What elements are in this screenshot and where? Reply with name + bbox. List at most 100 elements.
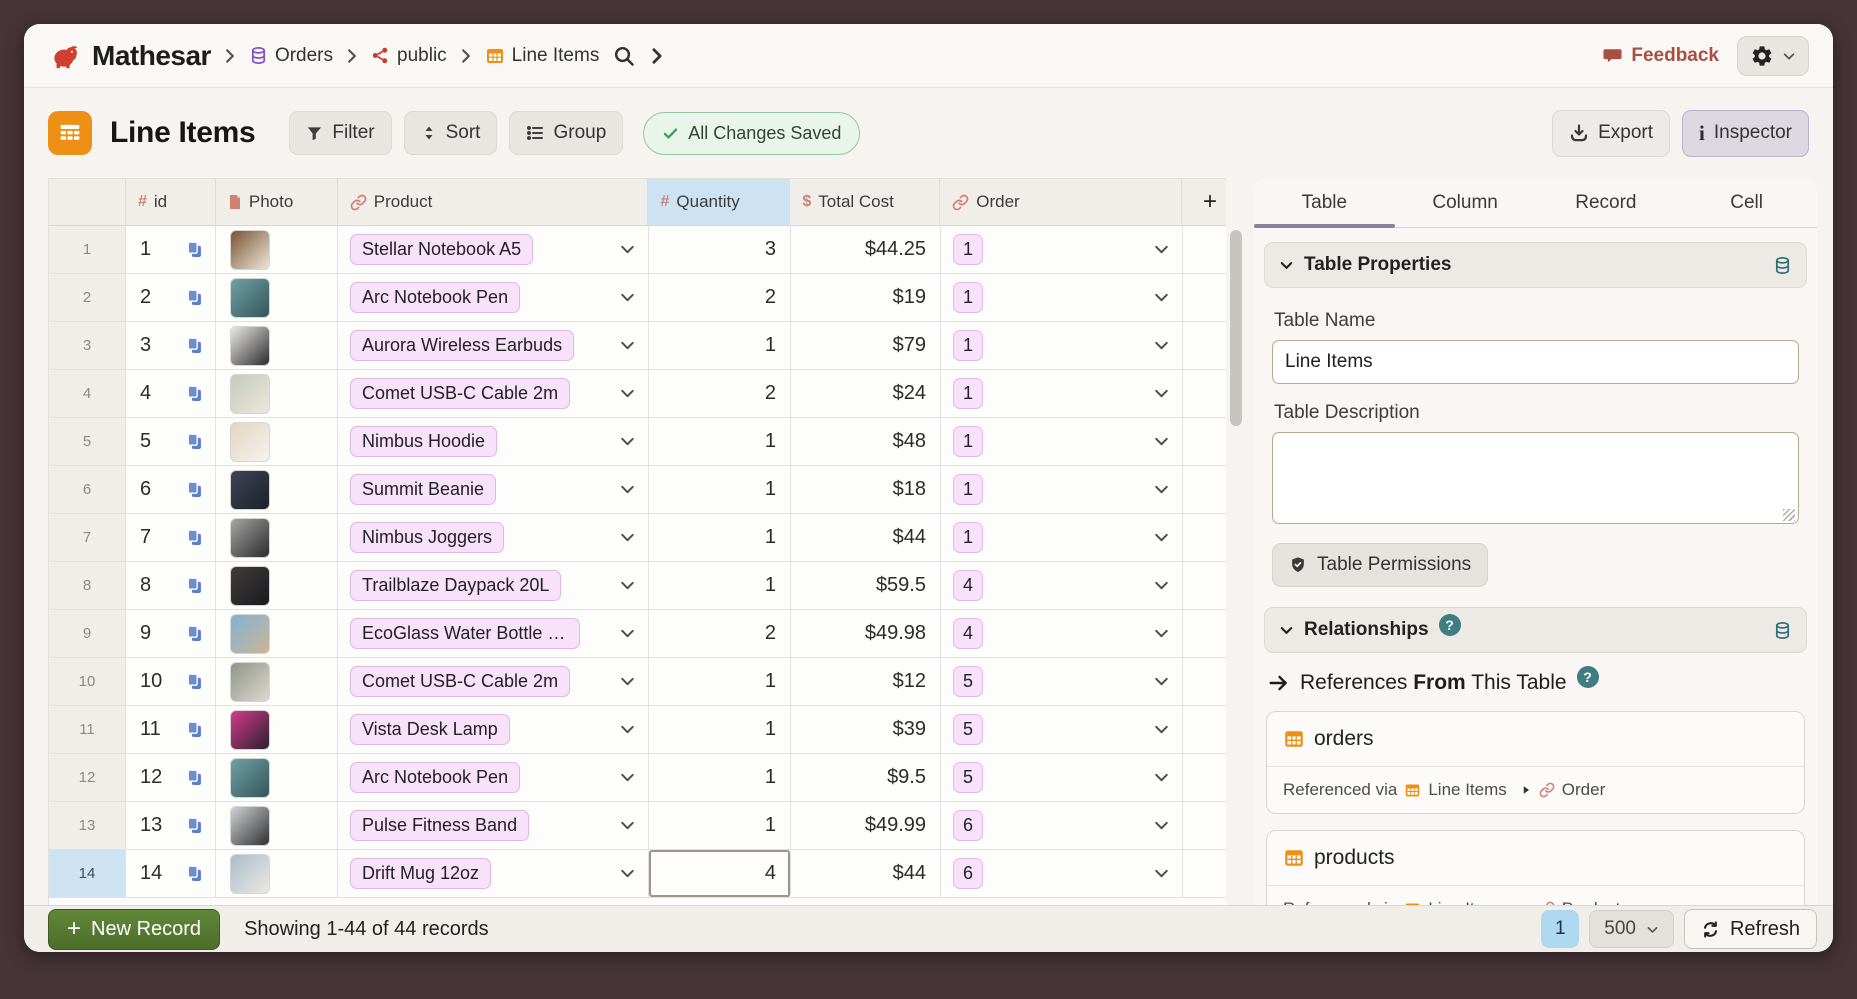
product-cell[interactable]: Comet USB-C Cable 2m	[338, 658, 649, 705]
product-pill[interactable]: Comet USB-C Cable 2m	[350, 378, 570, 409]
order-pill[interactable]: 1	[953, 282, 983, 313]
order-cell[interactable]: 6	[941, 802, 1183, 849]
id-cell[interactable]: 4	[126, 370, 216, 417]
quantity-cell[interactable]: 3	[649, 226, 791, 273]
help-icon[interactable]: ?	[1577, 666, 1599, 688]
photo-cell[interactable]	[216, 322, 338, 369]
chevron-down-icon[interactable]	[619, 241, 636, 258]
product-cell[interactable]: Drift Mug 12oz	[338, 850, 649, 897]
page-number-button[interactable]: 1	[1541, 910, 1579, 948]
product-pill[interactable]: Drift Mug 12oz	[350, 858, 491, 889]
settings-menu-button[interactable]	[1737, 36, 1809, 76]
row-number-cell[interactable]: 1	[49, 226, 126, 273]
id-cell[interactable]: 14	[126, 850, 216, 897]
tab-record[interactable]: Record	[1536, 178, 1677, 227]
chevron-down-icon[interactable]	[619, 673, 636, 690]
chevron-down-icon[interactable]	[619, 625, 636, 642]
id-cell[interactable]: 13	[126, 802, 216, 849]
order-pill[interactable]: 4	[953, 570, 983, 601]
column-header-photo[interactable]: Photo	[216, 179, 338, 225]
copy-record-icon[interactable]	[184, 671, 205, 692]
table-scrollbar[interactable]	[1230, 230, 1242, 905]
add-column-button[interactable]: +	[1182, 179, 1226, 225]
refresh-button[interactable]: Refresh	[1684, 909, 1817, 949]
copy-record-icon[interactable]	[184, 623, 205, 644]
order-cell[interactable]: 1	[941, 466, 1183, 513]
search-icon[interactable]	[613, 45, 635, 67]
photo-cell[interactable]	[216, 514, 338, 561]
row-number-cell[interactable]: 13	[49, 802, 126, 849]
order-cell[interactable]: 1	[941, 370, 1183, 417]
id-cell[interactable]: 6	[126, 466, 216, 513]
chevron-down-icon[interactable]	[1153, 289, 1170, 306]
id-cell[interactable]: 3	[126, 322, 216, 369]
order-cell[interactable]: 4	[941, 562, 1183, 609]
new-record-button[interactable]: + New Record	[48, 909, 220, 950]
chevron-down-icon[interactable]	[1153, 577, 1170, 594]
chevron-down-icon[interactable]	[1153, 721, 1170, 738]
copy-record-icon[interactable]	[184, 287, 205, 308]
export-button[interactable]: Export	[1552, 110, 1670, 157]
copy-record-icon[interactable]	[184, 479, 205, 500]
total-cost-cell[interactable]: $49.98	[791, 610, 941, 657]
order-cell[interactable]: 1	[941, 322, 1183, 369]
id-cell[interactable]: 12	[126, 754, 216, 801]
photo-cell[interactable]	[216, 658, 338, 705]
product-pill[interactable]: Arc Notebook Pen	[350, 762, 520, 793]
copy-record-icon[interactable]	[184, 527, 205, 548]
chevron-down-icon[interactable]	[619, 721, 636, 738]
total-cost-cell[interactable]: $44.25	[791, 226, 941, 273]
group-button[interactable]: Group	[509, 111, 623, 155]
order-pill[interactable]: 1	[953, 522, 983, 553]
total-cost-cell[interactable]: $18	[791, 466, 941, 513]
total-cost-cell[interactable]: $49.99	[791, 802, 941, 849]
id-cell[interactable]: 2	[126, 274, 216, 321]
sort-button[interactable]: Sort	[404, 111, 498, 155]
chevron-down-icon[interactable]	[1153, 673, 1170, 690]
product-pill[interactable]: Arc Notebook Pen	[350, 282, 520, 313]
copy-record-icon[interactable]	[184, 239, 205, 260]
table-description-input[interactable]	[1272, 432, 1799, 524]
relationships-section-header[interactable]: Relationships ?	[1264, 607, 1807, 653]
row-number-cell[interactable]: 8	[49, 562, 126, 609]
order-pill[interactable]: 4	[953, 618, 983, 649]
photo-cell[interactable]	[216, 562, 338, 609]
total-cost-cell[interactable]: $12	[791, 658, 941, 705]
tab-column[interactable]: Column	[1395, 178, 1536, 227]
quantity-cell[interactable]: 1	[649, 418, 791, 465]
row-number-cell[interactable]: 5	[49, 418, 126, 465]
quantity-cell[interactable]: 1	[649, 322, 791, 369]
chevron-down-icon[interactable]	[619, 481, 636, 498]
copy-record-icon[interactable]	[184, 431, 205, 452]
order-pill[interactable]: 1	[953, 426, 983, 457]
order-cell[interactable]: 5	[941, 658, 1183, 705]
product-pill[interactable]: EcoGlass Water Bottle 7…	[350, 618, 580, 649]
order-cell[interactable]: 5	[941, 706, 1183, 753]
order-pill[interactable]: 5	[953, 762, 983, 793]
scrollbar-thumb[interactable]	[1230, 230, 1242, 426]
total-cost-cell[interactable]: $44	[791, 514, 941, 561]
product-pill[interactable]: Trailblaze Daypack 20L	[350, 570, 561, 601]
order-pill[interactable]: 1	[953, 378, 983, 409]
id-cell[interactable]: 9	[126, 610, 216, 657]
filter-button[interactable]: Filter	[289, 111, 391, 155]
row-number-cell[interactable]: 9	[49, 610, 126, 657]
id-cell[interactable]: 10	[126, 658, 216, 705]
product-pill[interactable]: Summit Beanie	[350, 474, 496, 505]
product-cell[interactable]: Comet USB-C Cable 2m	[338, 370, 649, 417]
chevron-down-icon[interactable]	[1153, 769, 1170, 786]
chevron-down-icon[interactable]	[619, 529, 636, 546]
product-cell[interactable]: Summit Beanie	[338, 466, 649, 513]
photo-cell[interactable]	[216, 466, 338, 513]
chevron-down-icon[interactable]	[619, 385, 636, 402]
photo-cell[interactable]	[216, 274, 338, 321]
order-cell[interactable]: 1	[941, 226, 1183, 273]
row-number-cell[interactable]: 11	[49, 706, 126, 753]
row-number-cell[interactable]: 10	[49, 658, 126, 705]
chevron-right-icon[interactable]	[647, 46, 667, 66]
row-number-cell[interactable]: 3	[49, 322, 126, 369]
tab-cell[interactable]: Cell	[1676, 178, 1817, 227]
breadcrumb-schema[interactable]: public	[371, 45, 447, 67]
quantity-cell[interactable]: 1	[649, 802, 791, 849]
column-header-product[interactable]: Product	[338, 179, 649, 225]
